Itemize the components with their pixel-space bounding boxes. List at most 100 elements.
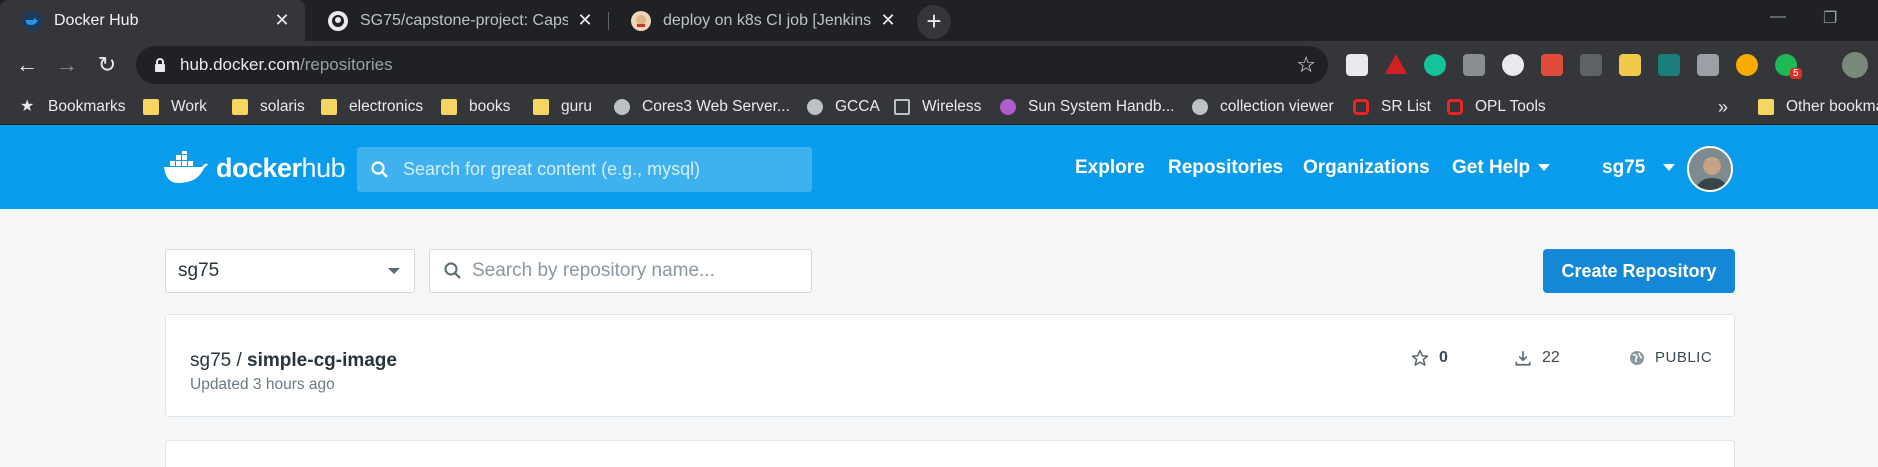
folder-icon: [143, 99, 159, 115]
bookmark-label: GCCA: [835, 98, 880, 115]
github-icon: [328, 10, 348, 31]
tab-jenkins[interactable]: deploy on k8s CI job [Jenkins] ✕: [609, 0, 911, 41]
extension-m-icon[interactable]: [1658, 54, 1680, 76]
reload-icon[interactable]: ↻: [92, 51, 122, 79]
globe-icon: [807, 99, 823, 115]
close-tab-icon[interactable]: ✕: [273, 10, 291, 31]
bookmark-label: Sun System Handb...: [1028, 98, 1175, 115]
extension-s-icon[interactable]: [1697, 54, 1719, 76]
bookmark-guru[interactable]: guru: [533, 89, 592, 125]
star-count: 0: [1411, 349, 1448, 367]
bookmark-bookmarks[interactable]: ★ Bookmarks: [20, 89, 126, 125]
oracle-icon: [1353, 99, 1369, 115]
nav-repositories[interactable]: Repositories: [1168, 157, 1283, 179]
create-repository-button[interactable]: Create Repository: [1543, 249, 1735, 293]
extension-todoist-icon[interactable]: [1541, 54, 1563, 76]
extension-grid-icon[interactable]: [1580, 54, 1602, 76]
repository-name: simple-cg-image: [247, 350, 397, 371]
bookmark-label: solaris: [260, 98, 305, 115]
chevron-down-icon: [388, 268, 400, 274]
bookmark-electronics[interactable]: electronics: [321, 89, 423, 125]
folder-icon: [441, 99, 457, 115]
repository-title[interactable]: sg75 / simple-cg-image: [190, 350, 397, 372]
bookmark-solaris[interactable]: solaris: [232, 89, 305, 125]
repo-search-input[interactable]: Search by repository name...: [429, 249, 812, 293]
sun-icon: [1000, 99, 1016, 115]
user-menu[interactable]: sg75: [1602, 157, 1676, 179]
minimize-window-icon[interactable]: —: [1770, 8, 1786, 26]
bookmark-label: Cores3 Web Server...: [642, 98, 790, 115]
nav-organizations[interactable]: Organizations: [1303, 157, 1430, 179]
get-help-label: Get Help: [1452, 157, 1531, 178]
global-search-input[interactable]: Search for great content (e.g., mysql): [357, 147, 812, 192]
tab-github[interactable]: SG75/capstone-project: Capstone ✕: [306, 0, 608, 41]
extension-notes-icon[interactable]: [1619, 54, 1641, 76]
address-bar[interactable]: hub.docker.com/repositories ☆: [136, 46, 1328, 84]
repository-namespace: sg75: [190, 350, 232, 371]
close-tab-icon[interactable]: ✕: [879, 10, 897, 31]
bookmark-books[interactable]: books: [441, 89, 510, 125]
repository-card-next[interactable]: [165, 440, 1735, 467]
download-icon: [1515, 351, 1531, 366]
globe-icon: [1192, 99, 1208, 115]
logo-docker-text: docker: [216, 152, 302, 183]
more-bookmarks-button[interactable]: »: [1718, 89, 1728, 125]
repository-card[interactable]: sg75 / simple-cg-image Updated 3 hours a…: [165, 314, 1735, 417]
bookmark-star-icon[interactable]: ☆: [1296, 52, 1316, 78]
tab-title: deploy on k8s CI job [Jenkins]: [663, 11, 871, 29]
tab-docker-hub[interactable]: Docker Hub ✕: [0, 0, 305, 41]
bookmark-gcca[interactable]: GCCA: [807, 89, 880, 125]
nav-explore[interactable]: Explore: [1075, 157, 1145, 179]
dockerhub-logo[interactable]: dockerhub: [164, 151, 346, 185]
back-icon[interactable]: ←: [12, 51, 42, 79]
bookmark-label: Bookmarks: [48, 98, 126, 115]
bookmark-label: Wireless: [922, 98, 982, 115]
bookmark-wireless[interactable]: Wireless: [894, 89, 981, 125]
tab-title: Docker Hub: [54, 11, 139, 29]
globe-icon: [614, 99, 630, 115]
extension-g-icon[interactable]: [1463, 54, 1485, 76]
tab-title: SG75/capstone-project: Capstone: [360, 11, 568, 29]
extension-search-icon[interactable]: [1736, 54, 1758, 76]
docker-whale-icon: [164, 151, 208, 183]
close-tab-icon[interactable]: ✕: [576, 10, 594, 31]
lock-icon: [148, 57, 172, 73]
folder-icon: [232, 99, 248, 115]
repository-updated: Updated 3 hours ago: [190, 376, 335, 393]
browser-toolbar: ← → ↻ hub.docker.com/repositories ☆ 5: [0, 41, 1878, 89]
username-label: sg75: [1602, 157, 1646, 178]
url-path: /repositories: [300, 55, 393, 74]
bookmark-work[interactable]: Work: [143, 89, 207, 125]
restore-window-icon[interactable]: ❐: [1823, 8, 1837, 28]
extension-circle-icon[interactable]: [1502, 54, 1524, 76]
avatar[interactable]: [1687, 146, 1733, 192]
profile-avatar[interactable]: [1842, 52, 1868, 78]
bookmark-label: Other bookmarks: [1786, 98, 1878, 115]
logo-wordmark: dockerhub: [216, 152, 346, 184]
extension-grammarly-icon[interactable]: [1424, 54, 1446, 76]
extension-mcafee-icon[interactable]: [1346, 54, 1368, 76]
extension-triangle-icon[interactable]: [1385, 54, 1407, 74]
namespace-select[interactable]: sg75: [165, 249, 415, 293]
bookmark-cores3[interactable]: Cores3 Web Server...: [614, 89, 790, 125]
bookmark-opl-tools[interactable]: OPL Tools: [1447, 89, 1546, 125]
new-tab-button[interactable]: +: [917, 5, 951, 39]
jenkins-icon: [631, 10, 651, 31]
chevron-down-icon: [1538, 164, 1551, 172]
logo-hub-text: hub: [301, 152, 346, 183]
bookmark-collection-viewer[interactable]: collection viewer: [1192, 89, 1334, 125]
bookmark-label: OPL Tools: [1475, 98, 1546, 115]
bookmarks-bar: ★ Bookmarks Work solaris electronics book…: [0, 89, 1878, 125]
bookmark-label: SR List: [1381, 98, 1431, 115]
forward-icon[interactable]: →: [52, 51, 82, 79]
bookmark-sun-system[interactable]: Sun System Handb...: [1000, 89, 1174, 125]
folder-icon: [321, 99, 337, 115]
bookmark-label: Work: [171, 98, 207, 115]
nav-get-help[interactable]: Get Help: [1452, 157, 1551, 179]
namespace-value: sg75: [178, 260, 220, 281]
bookmark-other[interactable]: Other bookmarks: [1758, 89, 1878, 125]
folder-icon: [533, 99, 549, 115]
bookmark-label: books: [469, 98, 511, 115]
global-search-placeholder: Search for great content (e.g., mysql): [403, 159, 701, 179]
bookmark-sr-list[interactable]: SR List: [1353, 89, 1431, 125]
